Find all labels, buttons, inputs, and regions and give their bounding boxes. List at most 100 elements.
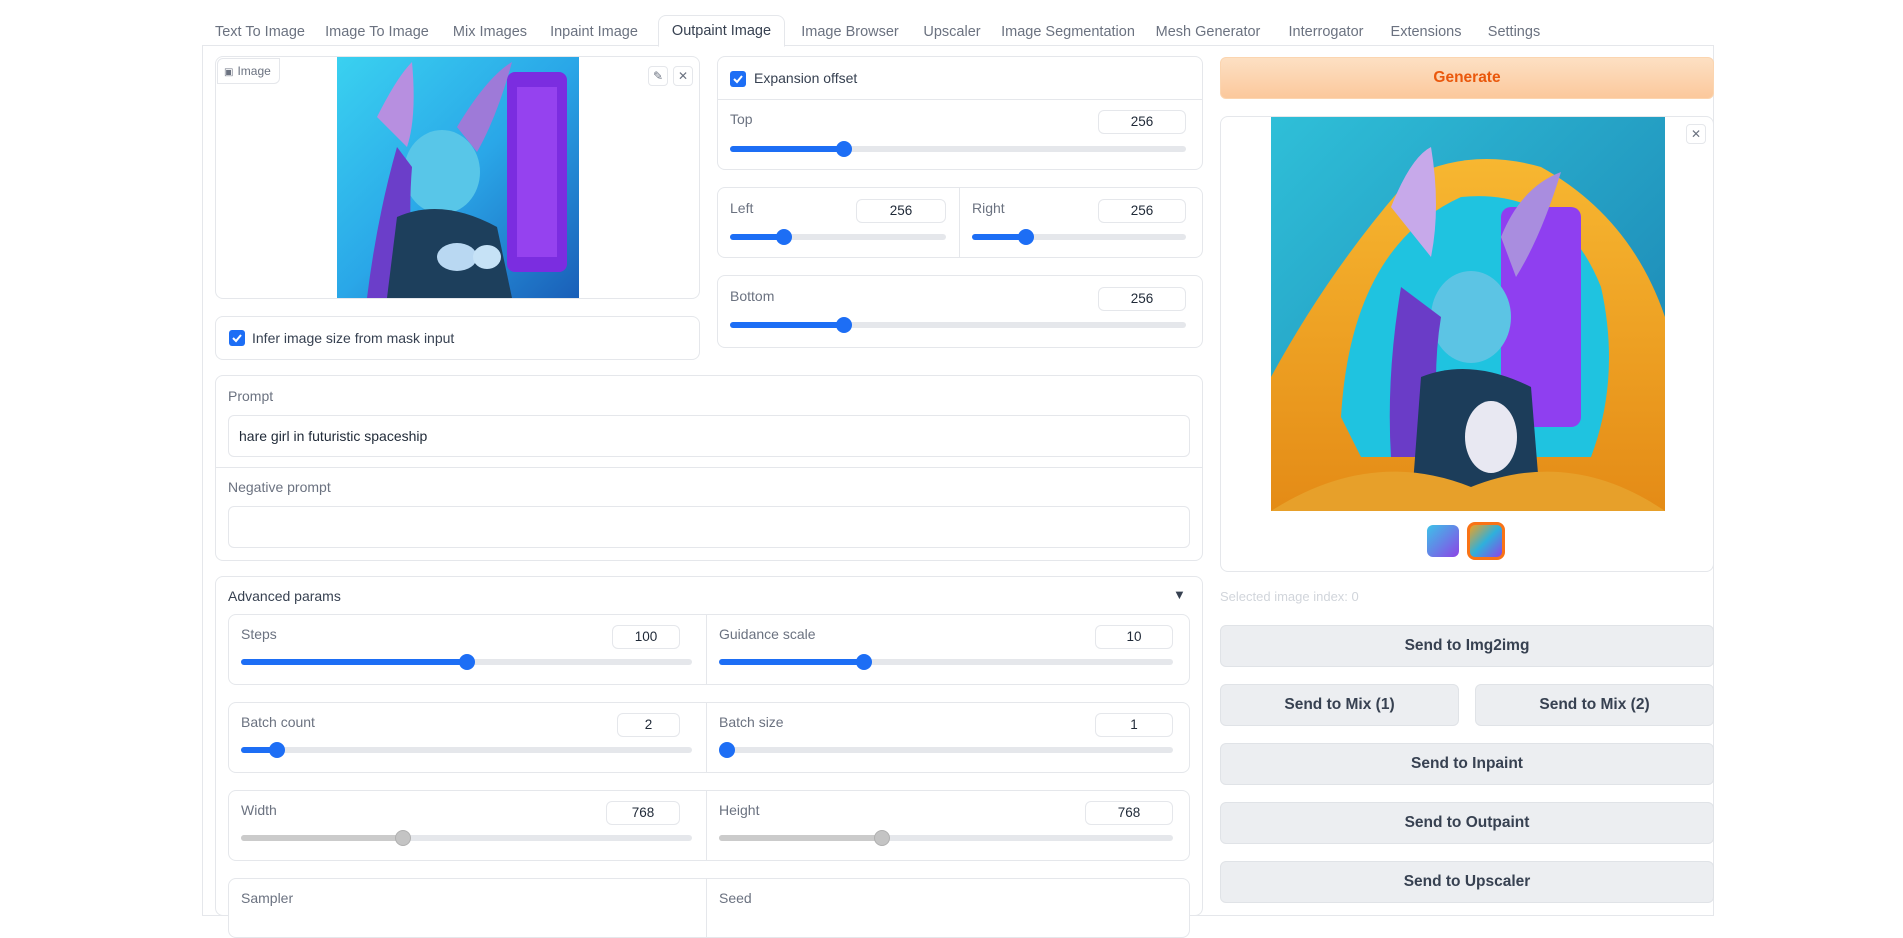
tab-upscaler[interactable]: Upscaler	[918, 19, 986, 47]
size-row: Width 768 Height 768	[228, 790, 1190, 861]
guidance-scale-slider[interactable]	[719, 654, 1173, 670]
tab-mesh-generator[interactable]: Mesh Generator	[1150, 19, 1266, 47]
top-slider[interactable]	[730, 141, 1186, 157]
tab-image-browser[interactable]: Image Browser	[798, 19, 902, 47]
slider-handle[interactable]	[719, 742, 735, 758]
slider-handle[interactable]	[269, 742, 286, 758]
batch-size-label: Batch size	[719, 714, 784, 730]
tab-extensions[interactable]: Extensions	[1384, 19, 1468, 47]
send-to-inpaint-button[interactable]: Send to Inpaint	[1220, 743, 1714, 785]
batch-count-slider[interactable]	[241, 742, 692, 758]
height-value[interactable]: 768	[1085, 801, 1173, 825]
tab-inpaint-image[interactable]: Inpaint Image	[544, 19, 644, 47]
seed-label: Seed	[719, 890, 752, 906]
divider	[706, 615, 707, 684]
advanced-params-label[interactable]: Advanced params	[228, 588, 341, 604]
left-value[interactable]: 256	[856, 199, 946, 223]
advanced-params-panel: Advanced params ▼ Steps 100 Guidance sca…	[215, 576, 1203, 938]
infer-size-label: Infer image size from mask input	[252, 330, 455, 346]
sampler-seed-row: Sampler Seed	[228, 878, 1190, 938]
right-label: Right	[972, 200, 1005, 216]
tab-bar: Text To Image Image To Image Mix Images …	[202, 0, 1714, 47]
right-slider[interactable]	[972, 229, 1186, 245]
bottom-label: Bottom	[730, 288, 775, 304]
divider	[216, 467, 1202, 468]
tab-image-segmentation[interactable]: Image Segmentation	[998, 19, 1138, 47]
output-gallery: ✕	[1220, 116, 1714, 572]
tab-interrogator[interactable]: Interrogator	[1280, 19, 1372, 47]
divider	[706, 879, 707, 937]
steps-slider[interactable]	[241, 654, 692, 670]
image-icon: ▣	[224, 67, 234, 78]
input-image	[337, 57, 579, 298]
infer-size-checkbox[interactable]	[229, 330, 245, 346]
batch-count-value[interactable]: 2	[617, 713, 680, 737]
steps-value[interactable]: 100	[612, 625, 680, 649]
batch-size-value[interactable]: 1	[1095, 713, 1173, 737]
send-to-upscaler-button[interactable]: Send to Upscaler	[1220, 861, 1714, 903]
slider-handle[interactable]	[458, 654, 475, 670]
prompt-panel: Prompt hare girl in futuristic spaceship…	[215, 375, 1203, 561]
bottom-slider[interactable]	[730, 317, 1186, 333]
expansion-left-right-panel: Left 256 Right 256	[717, 187, 1203, 258]
slider-handle[interactable]	[856, 654, 873, 670]
infer-size-row: Infer image size from mask input	[215, 316, 700, 360]
sampler-label: Sampler	[241, 890, 294, 906]
tab-outpaint-image[interactable]: Outpaint Image	[658, 15, 785, 47]
batch-count-label: Batch count	[241, 714, 315, 730]
top-label: Top	[730, 111, 753, 127]
negative-prompt-input[interactable]	[228, 506, 1190, 548]
slider-handle[interactable]	[836, 317, 852, 333]
steps-label: Steps	[241, 626, 277, 642]
slider-handle[interactable]	[1017, 229, 1034, 245]
prompt-input[interactable]: hare girl in futuristic spaceship	[228, 415, 1190, 457]
tab-text-to-image[interactable]: Text To Image	[210, 19, 310, 47]
input-image-panel[interactable]: ▣ Image ✎ ✕	[215, 56, 700, 299]
width-value[interactable]: 768	[606, 801, 680, 825]
tab-mix-images[interactable]: Mix Images	[448, 19, 532, 47]
steps-guidance-row: Steps 100 Guidance scale 10	[228, 614, 1190, 685]
expansion-top-panel: Expansion offset Top 256	[717, 56, 1203, 170]
left-label: Left	[730, 200, 754, 216]
selected-index-text: Selected image index: 0	[1220, 589, 1359, 604]
bottom-value[interactable]: 256	[1098, 287, 1186, 311]
triangle-down-icon[interactable]: ▼	[1173, 587, 1186, 602]
thumbnail-1[interactable]	[1427, 525, 1459, 557]
send-to-mix2-button[interactable]: Send to Mix (2)	[1475, 684, 1714, 726]
send-to-img2img-button[interactable]: Send to Img2img	[1220, 625, 1714, 667]
close-icon[interactable]: ✕	[1686, 124, 1706, 144]
output-image[interactable]	[1271, 117, 1665, 511]
batch-row: Batch count 2 Batch size 1	[228, 702, 1190, 773]
right-value[interactable]: 256	[1098, 199, 1186, 223]
tab-image-to-image[interactable]: Image To Image	[320, 19, 434, 47]
left-slider[interactable]	[730, 229, 946, 245]
image-label: Image	[237, 64, 271, 78]
close-icon[interactable]: ✕	[673, 66, 693, 86]
slider-handle[interactable]	[395, 830, 412, 846]
image-label-badge: ▣ Image	[217, 58, 280, 84]
divider	[706, 791, 707, 860]
slider-handle[interactable]	[874, 830, 891, 846]
expansion-bottom-panel: Bottom 256	[717, 275, 1203, 348]
height-slider[interactable]	[719, 830, 1173, 846]
pencil-icon[interactable]: ✎	[648, 66, 668, 86]
batch-size-slider[interactable]	[719, 742, 1173, 758]
send-to-outpaint-button[interactable]: Send to Outpaint	[1220, 802, 1714, 844]
send-to-mix1-button[interactable]: Send to Mix (1)	[1220, 684, 1459, 726]
tab-settings[interactable]: Settings	[1482, 19, 1546, 47]
expansion-offset-checkbox[interactable]	[730, 71, 746, 87]
guidance-scale-value[interactable]: 10	[1095, 625, 1173, 649]
generate-button[interactable]: Generate	[1220, 57, 1714, 99]
width-slider[interactable]	[241, 830, 692, 846]
expansion-offset-label: Expansion offset	[754, 70, 858, 86]
prompt-label: Prompt	[228, 388, 274, 404]
thumbnail-2[interactable]	[1467, 522, 1505, 560]
height-label: Height	[719, 802, 760, 818]
divider	[718, 99, 1202, 100]
slider-handle[interactable]	[836, 141, 852, 157]
width-label: Width	[241, 802, 277, 818]
top-value[interactable]: 256	[1098, 110, 1186, 134]
negative-prompt-label: Negative prompt	[228, 479, 331, 495]
slider-handle[interactable]	[776, 229, 792, 245]
divider	[706, 703, 707, 772]
